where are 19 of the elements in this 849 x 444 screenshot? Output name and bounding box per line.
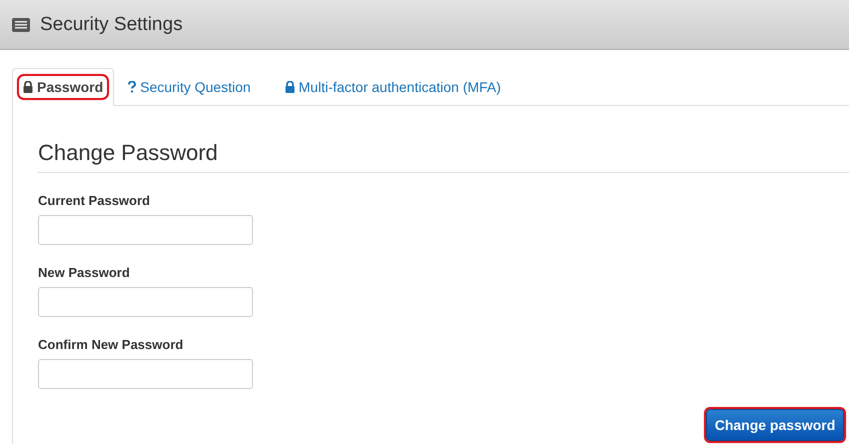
section-title: Change Password — [38, 140, 849, 173]
field-label: Confirm New Password — [38, 337, 184, 352]
tab-label: Security Question — [124, 76, 255, 98]
field-label: Current Password — [38, 193, 151, 208]
question-icon — [128, 80, 136, 92]
lock-icon — [284, 80, 295, 92]
field-label: New Password — [38, 265, 131, 280]
lock-icon — [23, 81, 33, 93]
tab[interactable]: Password — [12, 68, 114, 106]
tab[interactable]: Multi-factor authentication (MFA) — [274, 68, 511, 105]
list-icon — [12, 18, 30, 32]
tab-label: Multi-factor authentication (MFA) — [280, 76, 505, 98]
tab[interactable]: Security Question — [118, 68, 261, 105]
page-title: Security Settings — [40, 14, 183, 36]
password-field[interactable] — [38, 215, 253, 245]
password-field[interactable] — [38, 287, 253, 317]
change-password-button[interactable]: Change password — [706, 409, 844, 441]
password-field[interactable] — [38, 359, 253, 389]
tab-label: Password — [19, 76, 108, 98]
